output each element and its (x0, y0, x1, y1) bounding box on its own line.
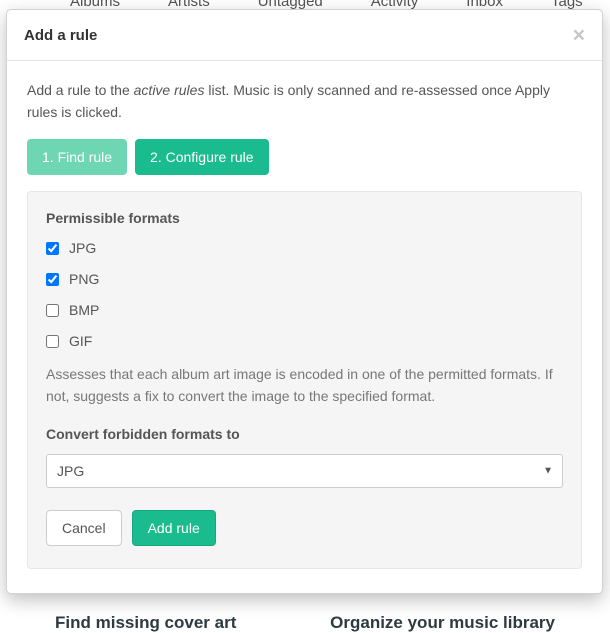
convert-label: Convert forbidden formats to (46, 426, 563, 442)
step-configure-rule[interactable]: 2. Configure rule (135, 139, 269, 175)
panel-actions: Cancel Add rule (46, 510, 563, 546)
format-option-gif[interactable]: GIF (46, 333, 563, 349)
format-label: JPG (69, 240, 96, 256)
cancel-button[interactable]: Cancel (46, 510, 122, 546)
background-bottom: Find missing cover art Organize your mus… (0, 613, 610, 633)
modal-header: Add a rule × (7, 10, 602, 61)
close-icon[interactable]: × (573, 25, 585, 46)
wizard-steps: 1. Find rule 2. Configure rule (27, 139, 582, 175)
convert-select-wrap: JPG ▼ (46, 454, 563, 488)
format-checkbox-jpg[interactable] (46, 242, 59, 255)
format-checkbox-bmp[interactable] (46, 304, 59, 317)
permissible-formats-heading: Permissible formats (46, 210, 563, 226)
format-option-jpg[interactable]: JPG (46, 240, 563, 256)
rule-description: Assesses that each album art image is en… (46, 364, 563, 407)
intro-text: Add a rule to the active rules list. Mus… (27, 80, 582, 123)
modal-body: Add a rule to the active rules list. Mus… (7, 61, 602, 593)
add-rule-modal: Add a rule × Add a rule to the active ru… (6, 9, 603, 594)
format-checkbox-gif[interactable] (46, 335, 59, 348)
format-label: GIF (69, 333, 92, 349)
format-label: PNG (69, 271, 99, 287)
bg-heading-left: Find missing cover art (55, 613, 236, 633)
add-rule-button[interactable]: Add rule (132, 510, 216, 546)
convert-format-select[interactable]: JPG (46, 454, 563, 488)
modal-title: Add a rule (24, 27, 573, 44)
format-option-png[interactable]: PNG (46, 271, 563, 287)
bg-heading-right: Organize your music library (330, 613, 555, 633)
format-option-bmp[interactable]: BMP (46, 302, 563, 318)
step-find-rule[interactable]: 1. Find rule (27, 139, 127, 175)
configure-panel: Permissible formats JPG PNG BMP GIF Asse… (27, 191, 582, 568)
format-checkbox-png[interactable] (46, 273, 59, 286)
format-label: BMP (69, 302, 99, 318)
